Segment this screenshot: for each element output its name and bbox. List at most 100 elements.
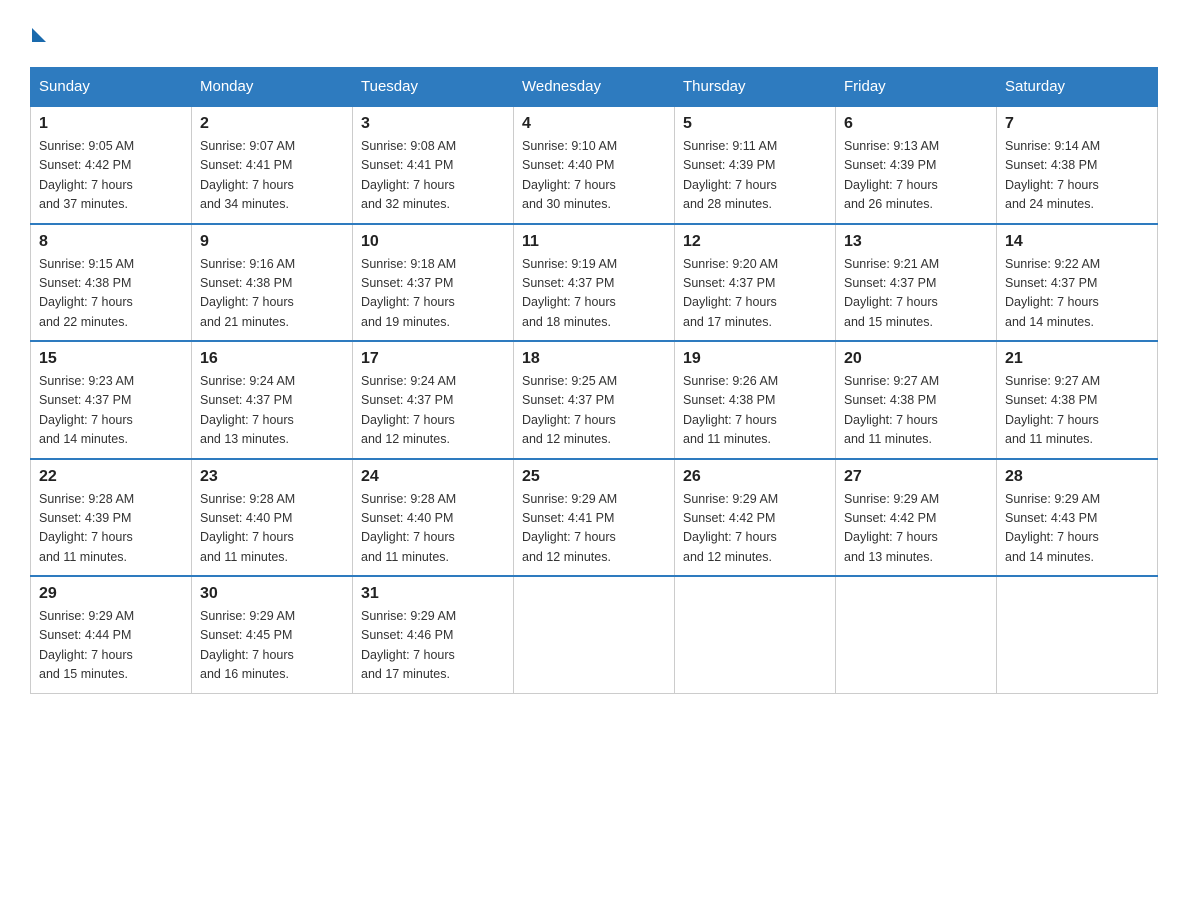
calendar-cell (836, 576, 997, 693)
calendar-cell: 15Sunrise: 9:23 AM Sunset: 4:37 PM Dayli… (31, 341, 192, 459)
day-number: 31 (361, 585, 505, 603)
day-info: Sunrise: 9:07 AM Sunset: 4:41 PM Dayligh… (200, 137, 344, 215)
day-number: 5 (683, 115, 827, 133)
calendar-cell: 26 Sunrise: 9:29 AM Sunset: 4:42 PM Dayli… (675, 459, 836, 577)
calendar-cell: 12Sunrise: 9:20 AM Sunset: 4:37 PM Dayli… (675, 224, 836, 342)
column-header-sunday: Sunday (31, 68, 192, 107)
day-info: Sunrise: 9:23 AM Sunset: 4:37 PM Dayligh… (39, 372, 183, 450)
header-row: SundayMondayTuesdayWednesdayThursdayFrid… (31, 68, 1158, 107)
logo-triangle-icon (32, 28, 46, 42)
day-info: Sunrise: 9:16 AM Sunset: 4:38 PM Dayligh… (200, 255, 344, 333)
calendar-cell: 31 Sunrise: 9:29 AM Sunset: 4:46 PM Dayli… (353, 576, 514, 693)
day-info: Sunrise: 9:29 AM Sunset: 4:42 PM Dayligh… (683, 490, 827, 568)
day-info: Sunrise: 9:29 AM Sunset: 4:43 PM Dayligh… (1005, 490, 1149, 568)
day-number: 24 (361, 468, 505, 486)
calendar-cell: 30 Sunrise: 9:29 AM Sunset: 4:45 PM Dayli… (192, 576, 353, 693)
day-info: Sunrise: 9:28 AM Sunset: 4:40 PM Dayligh… (361, 490, 505, 568)
day-number: 2 (200, 115, 344, 133)
day-info: Sunrise: 9:27 AM Sunset: 4:38 PM Dayligh… (844, 372, 988, 450)
calendar-header: SundayMondayTuesdayWednesdayThursdayFrid… (31, 68, 1158, 107)
calendar-cell: 8 Sunrise: 9:15 AM Sunset: 4:38 PM Daylig… (31, 224, 192, 342)
day-info: Sunrise: 9:29 AM Sunset: 4:45 PM Dayligh… (200, 607, 344, 685)
day-info: Sunrise: 9:10 AM Sunset: 4:40 PM Dayligh… (522, 137, 666, 215)
day-info: Sunrise: 9:24 AM Sunset: 4:37 PM Dayligh… (361, 372, 505, 450)
calendar-cell: 7Sunrise: 9:14 AM Sunset: 4:38 PM Daylig… (997, 106, 1158, 224)
day-number: 10 (361, 233, 505, 251)
day-info: Sunrise: 9:29 AM Sunset: 4:41 PM Dayligh… (522, 490, 666, 568)
page-header (30, 20, 1158, 47)
day-number: 20 (844, 350, 988, 368)
day-info: Sunrise: 9:18 AM Sunset: 4:37 PM Dayligh… (361, 255, 505, 333)
column-header-tuesday: Tuesday (353, 68, 514, 107)
day-number: 12 (683, 233, 827, 251)
day-info: Sunrise: 9:28 AM Sunset: 4:40 PM Dayligh… (200, 490, 344, 568)
calendar-cell: 17 Sunrise: 9:24 AM Sunset: 4:37 PM Dayli… (353, 341, 514, 459)
logo (30, 20, 46, 47)
day-info: Sunrise: 9:22 AM Sunset: 4:37 PM Dayligh… (1005, 255, 1149, 333)
calendar-cell: 2 Sunrise: 9:07 AM Sunset: 4:41 PM Daylig… (192, 106, 353, 224)
calendar-cell: 18 Sunrise: 9:25 AM Sunset: 4:37 PM Dayli… (514, 341, 675, 459)
column-header-monday: Monday (192, 68, 353, 107)
calendar-week-1: 1Sunrise: 9:05 AM Sunset: 4:42 PM Daylig… (31, 106, 1158, 224)
day-info: Sunrise: 9:08 AM Sunset: 4:41 PM Dayligh… (361, 137, 505, 215)
day-number: 13 (844, 233, 988, 251)
day-number: 21 (1005, 350, 1149, 368)
calendar-table: SundayMondayTuesdayWednesdayThursdayFrid… (30, 67, 1158, 694)
day-number: 27 (844, 468, 988, 486)
day-number: 4 (522, 115, 666, 133)
calendar-week-3: 15Sunrise: 9:23 AM Sunset: 4:37 PM Dayli… (31, 341, 1158, 459)
calendar-cell: 14 Sunrise: 9:22 AM Sunset: 4:37 PM Dayli… (997, 224, 1158, 342)
calendar-cell: 19 Sunrise: 9:26 AM Sunset: 4:38 PM Dayli… (675, 341, 836, 459)
day-info: Sunrise: 9:26 AM Sunset: 4:38 PM Dayligh… (683, 372, 827, 450)
calendar-cell: 25 Sunrise: 9:29 AM Sunset: 4:41 PM Dayli… (514, 459, 675, 577)
day-info: Sunrise: 9:27 AM Sunset: 4:38 PM Dayligh… (1005, 372, 1149, 450)
day-info: Sunrise: 9:14 AM Sunset: 4:38 PM Dayligh… (1005, 137, 1149, 215)
calendar-cell: 29 Sunrise: 9:29 AM Sunset: 4:44 PM Dayli… (31, 576, 192, 693)
day-number: 6 (844, 115, 988, 133)
calendar-cell (997, 576, 1158, 693)
calendar-cell: 21 Sunrise: 9:27 AM Sunset: 4:38 PM Dayli… (997, 341, 1158, 459)
day-number: 25 (522, 468, 666, 486)
day-number: 30 (200, 585, 344, 603)
day-number: 14 (1005, 233, 1149, 251)
day-number: 1 (39, 115, 183, 133)
day-number: 18 (522, 350, 666, 368)
column-header-wednesday: Wednesday (514, 68, 675, 107)
calendar-cell: 11 Sunrise: 9:19 AM Sunset: 4:37 PM Dayli… (514, 224, 675, 342)
day-info: Sunrise: 9:11 AM Sunset: 4:39 PM Dayligh… (683, 137, 827, 215)
calendar-cell (514, 576, 675, 693)
calendar-cell: 22Sunrise: 9:28 AM Sunset: 4:39 PM Dayli… (31, 459, 192, 577)
day-info: Sunrise: 9:19 AM Sunset: 4:37 PM Dayligh… (522, 255, 666, 333)
day-info: Sunrise: 9:29 AM Sunset: 4:46 PM Dayligh… (361, 607, 505, 685)
column-header-friday: Friday (836, 68, 997, 107)
day-number: 28 (1005, 468, 1149, 486)
calendar-cell: 27 Sunrise: 9:29 AM Sunset: 4:42 PM Dayli… (836, 459, 997, 577)
day-number: 29 (39, 585, 183, 603)
day-number: 17 (361, 350, 505, 368)
day-info: Sunrise: 9:29 AM Sunset: 4:42 PM Dayligh… (844, 490, 988, 568)
calendar-cell: 13Sunrise: 9:21 AM Sunset: 4:37 PM Dayli… (836, 224, 997, 342)
calendar-cell (675, 576, 836, 693)
day-info: Sunrise: 9:28 AM Sunset: 4:39 PM Dayligh… (39, 490, 183, 568)
calendar-cell: 4 Sunrise: 9:10 AM Sunset: 4:40 PM Daylig… (514, 106, 675, 224)
day-number: 16 (200, 350, 344, 368)
day-number: 8 (39, 233, 183, 251)
column-header-saturday: Saturday (997, 68, 1158, 107)
day-number: 19 (683, 350, 827, 368)
calendar-cell: 10 Sunrise: 9:18 AM Sunset: 4:37 PM Dayli… (353, 224, 514, 342)
day-info: Sunrise: 9:15 AM Sunset: 4:38 PM Dayligh… (39, 255, 183, 333)
day-number: 3 (361, 115, 505, 133)
calendar-week-4: 22Sunrise: 9:28 AM Sunset: 4:39 PM Dayli… (31, 459, 1158, 577)
calendar-cell: 1Sunrise: 9:05 AM Sunset: 4:42 PM Daylig… (31, 106, 192, 224)
calendar-cell: 3 Sunrise: 9:08 AM Sunset: 4:41 PM Daylig… (353, 106, 514, 224)
day-number: 11 (522, 233, 666, 251)
day-info: Sunrise: 9:13 AM Sunset: 4:39 PM Dayligh… (844, 137, 988, 215)
day-number: 9 (200, 233, 344, 251)
calendar-cell: 16Sunrise: 9:24 AM Sunset: 4:37 PM Dayli… (192, 341, 353, 459)
calendar-cell: 20 Sunrise: 9:27 AM Sunset: 4:38 PM Dayli… (836, 341, 997, 459)
calendar-cell: 28 Sunrise: 9:29 AM Sunset: 4:43 PM Dayli… (997, 459, 1158, 577)
calendar-cell: 9 Sunrise: 9:16 AM Sunset: 4:38 PM Daylig… (192, 224, 353, 342)
day-number: 26 (683, 468, 827, 486)
day-info: Sunrise: 9:25 AM Sunset: 4:37 PM Dayligh… (522, 372, 666, 450)
day-info: Sunrise: 9:29 AM Sunset: 4:44 PM Dayligh… (39, 607, 183, 685)
